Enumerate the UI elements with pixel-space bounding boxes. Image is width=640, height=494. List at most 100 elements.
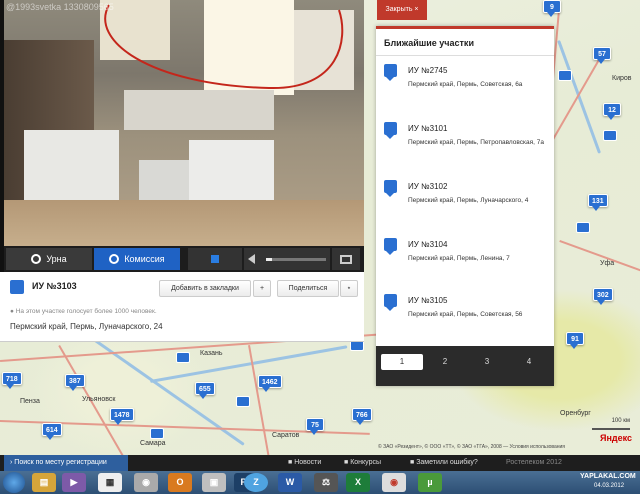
red-circle-annotation (104, 4, 344, 90)
map-copyright: © ЗАО «Резидент», © ООО «ТТ», © ЗАО «ТГА… (378, 444, 566, 450)
news-link[interactable]: ■ Новости (288, 459, 321, 466)
commission-label: Комиссия (124, 254, 165, 264)
media-player-icon[interactable]: ▶ (62, 473, 86, 492)
ballot-icon (384, 238, 397, 255)
city-label: Казань (200, 350, 223, 357)
video-player[interactable]: @1993svetka 1330809565 Урна Комиссия (0, 0, 364, 272)
station-name: ИУ №3103 (32, 281, 77, 291)
browser-icon[interactable]: ◉ (134, 473, 158, 492)
map-marker[interactable]: 302 (593, 288, 613, 305)
add-icon[interactable]: + (253, 280, 271, 297)
close-button[interactable]: Закрыть × (377, 0, 427, 20)
app-z-icon[interactable]: Z (244, 473, 268, 492)
item-name: ИУ №3105 (408, 296, 448, 305)
map-marker[interactable] (150, 428, 164, 439)
word-icon[interactable]: W (278, 473, 302, 492)
map-marker[interactable] (603, 130, 617, 141)
report-error-link[interactable]: ■ Заметили ошибку? (410, 459, 478, 466)
ballot-icon (384, 64, 397, 81)
image-viewer-icon[interactable]: ▣ (202, 473, 226, 492)
map-marker[interactable]: 387 (65, 374, 85, 391)
city-label: Оренбург (560, 410, 591, 417)
ballot-icon (384, 294, 397, 311)
nearest-stations-panel: Ближайшие участки ИУ №2745 Пермский край… (376, 26, 554, 386)
watermark: @1993svetka 1330809565 (6, 2, 114, 12)
ballot-icon (384, 180, 397, 197)
share-button[interactable]: Поделиться (277, 280, 339, 297)
page-button[interactable]: 1 (381, 354, 423, 370)
outlook-icon[interactable]: O (168, 473, 192, 492)
item-name: ИУ №2745 (408, 66, 448, 75)
camera-icon (109, 254, 120, 264)
map-marker[interactable]: 91 (566, 332, 584, 349)
map-marker[interactable] (176, 352, 190, 363)
item-name: ИУ №3101 (408, 124, 448, 133)
city-label: Киров (612, 75, 632, 82)
map-marker[interactable]: 131 (588, 194, 608, 211)
stop-button[interactable] (188, 248, 242, 270)
urn-camera-button[interactable]: Урна (6, 248, 92, 270)
voters-note-text: На этом участке голосует более 1000 чело… (15, 308, 157, 315)
map-marker[interactable] (558, 70, 572, 81)
page-button[interactable]: 4 (508, 354, 550, 370)
start-button[interactable] (3, 472, 25, 493)
ballot-icon (10, 280, 24, 294)
item-name: ИУ №3102 (408, 182, 448, 191)
item-address: Пермский край, Пермь, Ленина, 7 (408, 255, 510, 262)
fullscreen-icon (340, 254, 352, 264)
volume-control[interactable] (244, 248, 330, 270)
volume-slider[interactable] (266, 257, 326, 261)
fullscreen-button[interactable] (332, 248, 360, 270)
item-address: Пермский край, Пермь, Петропавловская, 7… (408, 139, 545, 146)
map-marker[interactable] (236, 396, 250, 407)
city-label: Ульяновск (82, 396, 116, 403)
map-marker[interactable]: 57 (593, 47, 611, 64)
nearest-title: Ближайшие участки (376, 26, 554, 56)
camera-icon (31, 254, 42, 264)
speaker-icon (248, 254, 255, 264)
document-icon[interactable]: ▦ (98, 473, 122, 492)
commission-camera-button[interactable]: Комиссия (94, 248, 180, 270)
windows-taskbar: ▤ ▶ ▦ ◉ O ▣ Ps Z W ⚖ X ◉ µ YAPLAKAL.COM … (0, 471, 640, 494)
map-marker[interactable]: 614 (42, 423, 62, 440)
share-icon[interactable]: ⋆ (340, 280, 358, 297)
map-marker[interactable]: 1462 (258, 375, 282, 392)
yandex-logo: Яндекс (600, 433, 633, 443)
excel-icon[interactable]: X (346, 473, 370, 492)
contests-link[interactable]: ■ Конкурсы (344, 459, 381, 466)
urn-label: Урна (46, 254, 67, 264)
report-error-label: Заметили ошибку? (416, 459, 478, 466)
city-label: Саратов (272, 432, 300, 439)
map-marker[interactable]: 1478 (110, 408, 134, 425)
news-label: Новости (294, 459, 322, 466)
site-footer: › Поиск по месту регистрации ■ Новости ■… (0, 455, 640, 471)
city-label: Пенза (20, 398, 40, 405)
ballot-icon (384, 122, 397, 139)
voters-note: ● На этом участке голосует более 1000 че… (10, 308, 157, 315)
map-marker[interactable]: 9 (543, 0, 561, 17)
map-marker[interactable]: 766 (352, 408, 372, 425)
page-button[interactable]: 3 (466, 354, 508, 370)
city-label: Самара (140, 440, 166, 447)
add-bookmark-button[interactable]: Добавить в закладки (159, 280, 251, 297)
video-frame (4, 0, 364, 246)
app-icon[interactable]: ⚖ (314, 473, 338, 492)
clock: 04.03.2012 (594, 483, 625, 489)
volume-fill (266, 257, 272, 261)
utorrent-icon[interactable]: µ (418, 473, 442, 492)
pagination: 1 2 3 4 (376, 346, 554, 386)
search-registration-label: Поиск по месту регистрации (14, 459, 107, 466)
map-marker[interactable]: 12 (603, 103, 621, 120)
search-registration-button[interactable]: › Поиск по месту регистрации (4, 455, 128, 471)
map-marker[interactable]: 718 (2, 372, 22, 389)
map-marker[interactable]: 75 (306, 418, 324, 435)
map-marker[interactable]: 655 (195, 382, 215, 399)
map-scale: 100 км (592, 418, 630, 430)
item-address: Пермский край, Пермь, Советская, 6а (408, 81, 523, 88)
city-label: Уфа (600, 260, 615, 267)
chrome-icon[interactable]: ◉ (382, 473, 406, 492)
page-button[interactable]: 2 (424, 354, 466, 370)
map-marker[interactable] (576, 222, 590, 233)
explorer-icon[interactable]: ▤ (32, 473, 56, 492)
contests-label: Конкурсы (350, 459, 382, 466)
